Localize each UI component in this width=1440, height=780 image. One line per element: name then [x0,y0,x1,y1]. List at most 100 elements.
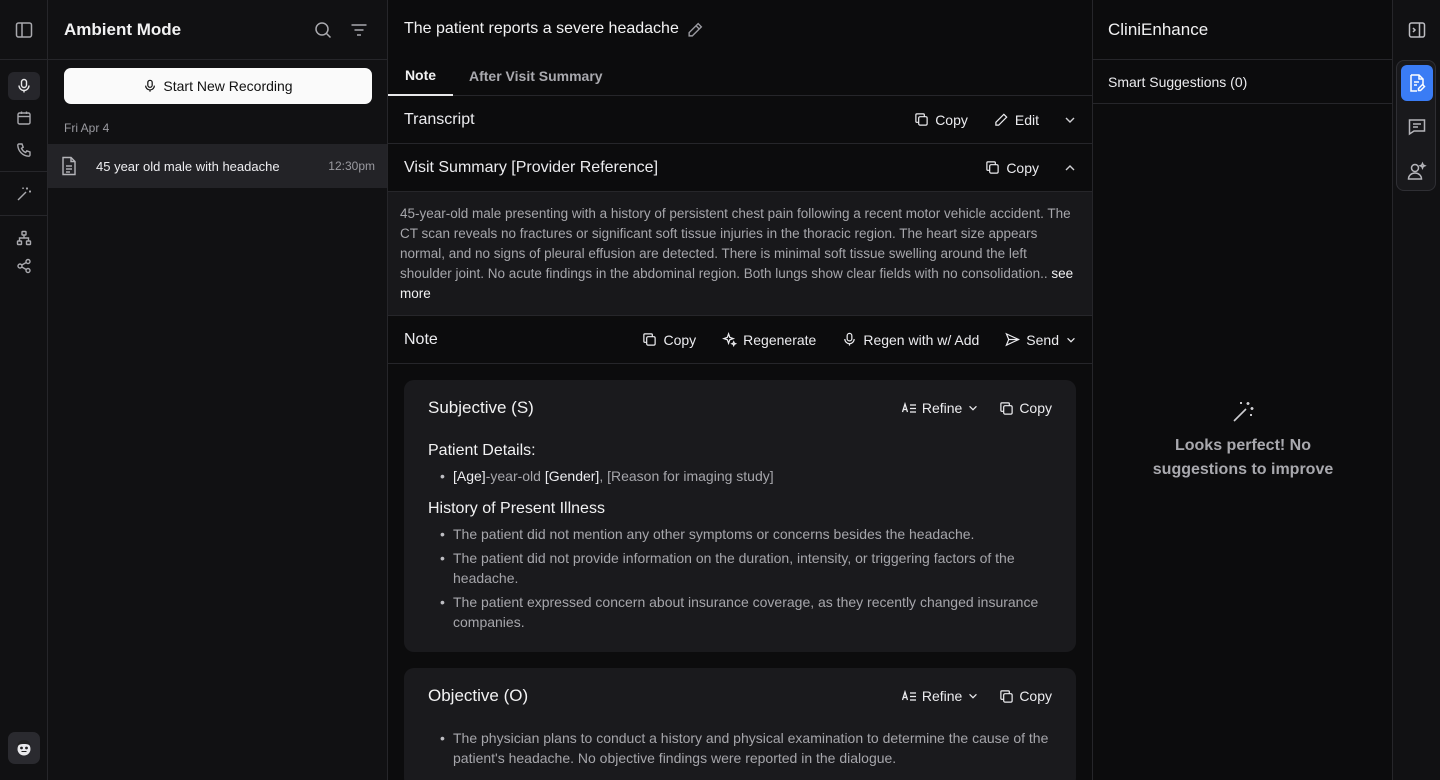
tool-group [1396,60,1436,191]
card-header: Subjective (S) Refine Copy [428,380,1052,436]
chevron-down-icon[interactable] [1063,113,1077,127]
visit-summary-body: 45-year-old male presenting with a histo… [400,206,1071,281]
recording-name: 45 year old male with headache [96,158,280,174]
copy-button[interactable]: Copy [914,112,968,128]
copy-label: Copy [935,111,968,128]
transcript-title: Transcript [404,110,475,128]
calendar-icon[interactable] [8,104,40,132]
age-placeholder: [Age] [453,468,486,484]
panel-title: Ambient Mode [64,19,182,39]
gender-placeholder: [Gender] [544,468,600,484]
start-recording-button[interactable]: Start New Recording [64,68,372,104]
sparkle-icon [722,332,738,347]
divider [0,215,48,216]
refine-button[interactable]: Refine [901,688,979,704]
refine-icon [901,401,916,413]
smart-suggestions-header[interactable]: Smart Suggestions (0) [1093,60,1392,104]
reason-placeholder: , [Reason for imaging study] [599,468,774,484]
tab-after-visit-summary[interactable]: After Visit Summary [469,56,603,96]
refine-label: Refine [921,688,963,704]
right-rail [1393,0,1440,780]
send-button[interactable]: Send [1005,332,1077,348]
search-icon[interactable] [311,18,335,42]
hpi-list: The patient did not mention any other sy… [428,524,1052,632]
edit-label: Edit [1014,111,1039,128]
document-icon [60,156,80,176]
copy-label: Copy [1019,400,1052,416]
filter-icon[interactable] [347,18,371,42]
microphone-icon[interactable] [8,72,40,100]
send-label: Send [1026,331,1059,348]
chevron-down-icon [1067,337,1075,343]
copy-label: Copy [663,331,697,348]
recording-time: 12:30pm [328,159,375,173]
divider [0,59,48,60]
copy-button[interactable]: Copy [985,160,1039,176]
left-rail [0,0,48,780]
chevron-down-icon [969,405,978,411]
page-title: The patient reports a severe headache [404,20,704,38]
note-title: Note [404,330,438,348]
objective-card: Objective (O) Refine Copy The physician … [404,668,1076,780]
list-item: The patient did not provide information … [428,548,1052,588]
transcript-section[interactable]: Transcript Copy Edit [388,96,1092,144]
refine-label: Refine [921,400,963,416]
refine-icon [901,689,916,701]
list-item[interactable]: 45 year old male with headache 12:30pm [48,144,387,188]
regen-with-add-button[interactable]: Regen with w/ Add [842,332,979,348]
recordings-panel: Ambient Mode Start New Recording Fri Apr… [48,0,388,780]
visit-summary-text: 45-year-old male presenting with a histo… [388,192,1092,316]
card-title: Subjective (S) [428,398,534,417]
card-header: Objective (O) Refine Copy [428,668,1052,724]
start-recording-label: Start New Recording [163,78,293,94]
sitemap-icon[interactable] [8,224,40,252]
main-content: The patient reports a severe headache No… [388,0,1093,780]
user-avatar[interactable] [8,732,40,764]
recordings-header: Ambient Mode [48,0,387,60]
share-icon[interactable] [8,252,40,280]
chat-icon[interactable] [1401,109,1433,145]
copy-button[interactable]: Copy [999,688,1052,704]
edit-pencil-icon[interactable] [687,21,704,38]
subjective-card: Subjective (S) Refine Copy Patient Detai… [404,380,1076,652]
copy-button[interactable]: Copy [999,400,1052,416]
copy-icon [1000,689,1014,703]
user-assist-icon[interactable] [1401,153,1433,189]
tab-bar: Note After Visit Summary [388,56,1092,96]
copy-icon [915,113,928,126]
document-edit-icon[interactable] [1401,65,1433,101]
app-root: Ambient Mode Start New Recording Fri Apr… [0,0,1440,780]
edit-button[interactable]: Edit [994,112,1039,128]
visit-summary-section[interactable]: Visit Summary [Provider Reference] Copy [388,144,1092,192]
phone-icon[interactable] [8,136,40,164]
panel-title: CliniEnhance [1093,0,1392,60]
list-item: The patient did not mention any other sy… [428,524,1052,544]
copy-label: Copy [1019,688,1052,704]
chevron-up-icon[interactable] [1063,161,1077,175]
note-toolbar: Note Copy Regenerate Regen with w/ Add S… [388,316,1092,364]
regenerate-button[interactable]: Regenerate [722,332,816,348]
visit-summary-title: Visit Summary [Provider Reference] [404,158,659,176]
send-icon [1005,332,1021,347]
copy-icon [1000,401,1014,415]
clinienhance-panel: CliniEnhance Smart Suggestions (0) Looks… [1093,0,1393,780]
card-title: Objective (O) [428,686,529,705]
age-suffix: -year-old [485,468,545,484]
collapse-panel-icon[interactable] [1393,0,1440,60]
objective-list: The physician plans to conduct a history… [428,728,1052,768]
copy-button[interactable]: Copy [642,332,696,348]
copy-label: Copy [1006,159,1039,176]
patient-details-heading: Patient Details: [428,442,536,459]
patient-details-list: [Age]-year-old [Gender], [Reason for ima… [428,466,1052,486]
chevron-down-icon [969,693,978,699]
date-group-label: Fri Apr 4 [64,121,110,135]
tab-note[interactable]: Note [388,56,453,96]
list-item: [Age]-year-old [Gender], [Reason for ima… [428,466,1052,486]
refine-button[interactable]: Refine [901,400,979,416]
regenerate-label: Regenerate [743,331,817,348]
magic-wand-icon[interactable] [8,180,40,208]
regen-with-add-label: Regen with w/ Add [863,331,980,348]
sidebar-toggle-icon[interactable] [8,16,40,44]
list-item: The patient expressed concern about insu… [428,592,1052,632]
pencil-icon [995,113,1008,126]
